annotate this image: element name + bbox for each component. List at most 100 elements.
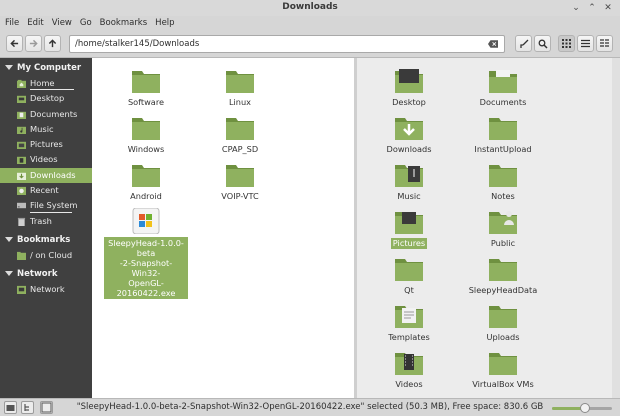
folder-icon: [132, 165, 160, 187]
videos-folder-icon: [395, 353, 423, 375]
expander-icon: [5, 65, 13, 70]
expander-icon: [5, 271, 13, 277]
folder-icon: [489, 353, 517, 375]
public-folder-icon: [489, 211, 517, 234]
menu-file[interactable]: File: [5, 16, 19, 31]
expander-icon: [5, 236, 13, 242]
file-item[interactable]: Qt: [364, 256, 454, 296]
menu-help[interactable]: Help: [155, 16, 174, 31]
folder-icon: [132, 71, 160, 93]
file-item[interactable]: Templates: [364, 303, 454, 343]
sidebar-item-home[interactable]: Home: [0, 76, 92, 91]
file-item-selected[interactable]: SleepyHead-1.0.0-beta -2-Snapshot-Win32-…: [101, 208, 191, 299]
menu-bar: File Edit View Go Bookmarks Help: [0, 16, 620, 31]
sidebar-item-pictures[interactable]: Pictures: [0, 137, 92, 152]
sidebar-item-desktop[interactable]: Desktop: [0, 91, 92, 106]
menu-view[interactable]: View: [52, 16, 72, 31]
location-input[interactable]: /home/stalker145/Downloads: [69, 35, 505, 53]
file-item[interactable]: Public: [458, 209, 548, 249]
file-item[interactable]: VirtualBox VMs: [458, 350, 548, 390]
zoom-slider[interactable]: [552, 403, 612, 413]
file-item[interactable]: Software: [101, 68, 191, 108]
folder-icon: [489, 118, 517, 140]
folder-icon: [489, 259, 517, 281]
file-item[interactable]: Music: [364, 162, 454, 202]
sidebar-heading-bookmarks[interactable]: Bookmarks: [0, 232, 92, 248]
sidebar-heading-my-computer[interactable]: My Computer: [0, 60, 92, 76]
back-button[interactable]: [6, 35, 23, 52]
file-item[interactable]: Pictures: [364, 209, 454, 249]
folder-icon: [132, 118, 160, 140]
pictures-folder-icon: [17, 141, 26, 150]
toggle-location-button[interactable]: [515, 35, 532, 52]
status-bar: "SleepyHead-1.0.0-beta-2-Snapshot-Win32-…: [0, 398, 620, 416]
compact-view-button[interactable]: [596, 35, 613, 52]
list-view-button[interactable]: [577, 35, 594, 52]
up-button[interactable]: [44, 35, 61, 52]
icon-view-button[interactable]: [558, 35, 575, 52]
menu-bookmarks[interactable]: Bookmarks: [100, 16, 148, 31]
search-button[interactable]: [534, 35, 551, 52]
file-item[interactable]: InstantUpload: [458, 115, 548, 155]
file-item[interactable]: CPAP_SD: [195, 115, 285, 155]
grid-view-icon: [562, 39, 571, 48]
search-icon: [538, 39, 548, 49]
left-file-pane[interactable]: Software Linux Windows CPAP_SD Android V…: [92, 58, 354, 398]
videos-folder-icon: [17, 157, 26, 165]
desktop-folder-icon: [17, 96, 26, 104]
sidebar-item-music[interactable]: Music: [0, 122, 92, 137]
file-item[interactable]: Uploads: [458, 303, 548, 343]
title-bar: Downloads ⌄ ⌃ ✕: [0, 0, 620, 17]
status-text: "SleepyHead-1.0.0-beta-2-Snapshot-Win32-…: [76, 402, 544, 412]
sidebar-item-on-cloud[interactable]: / on Cloud: [0, 248, 92, 263]
menu-edit[interactable]: Edit: [27, 16, 43, 31]
downloads-folder-icon: [17, 172, 26, 180]
back-arrow-icon: [10, 39, 19, 48]
file-item[interactable]: Desktop: [364, 68, 454, 108]
home-folder-icon: [17, 79, 26, 88]
documents-folder-icon: [489, 70, 517, 93]
minimize-icon[interactable]: ⌄: [570, 2, 582, 14]
home-underline: [30, 89, 74, 91]
file-item[interactable]: Downloads: [364, 115, 454, 155]
folder-icon: [395, 259, 423, 281]
sidebar-item-file-system[interactable]: File System: [0, 198, 92, 213]
file-item[interactable]: Android: [101, 162, 191, 202]
file-item[interactable]: Notes: [458, 162, 548, 202]
templates-folder-icon: [395, 306, 423, 328]
file-item[interactable]: Videos: [364, 350, 454, 390]
sidebar-item-trash[interactable]: Trash: [0, 214, 92, 229]
maximize-icon[interactable]: ⌃: [586, 2, 598, 14]
music-folder-icon: [17, 126, 26, 134]
network-icon: [17, 286, 26, 295]
sidebar-item-downloads[interactable]: Downloads: [0, 167, 92, 184]
zoom-slider-knob[interactable]: [580, 403, 590, 413]
folder-icon: [489, 306, 517, 328]
vertical-scrollbar[interactable]: [612, 58, 620, 398]
selected-file-name: SleepyHead-1.0.0-beta -2-Snapshot-Win32-…: [104, 237, 188, 299]
right-file-pane[interactable]: Desktop Documents Downloads InstantUploa…: [357, 58, 612, 398]
forward-button[interactable]: [25, 35, 42, 52]
sidebar-heading-network[interactable]: Network: [0, 266, 92, 282]
desktop-folder-icon: [395, 69, 423, 93]
music-folder-icon: [395, 165, 423, 187]
sidebar-item-documents[interactable]: Documents: [0, 107, 92, 122]
file-item[interactable]: Windows: [101, 115, 191, 155]
file-item[interactable]: VOIP-VTC: [195, 162, 285, 202]
folder-icon: [489, 165, 517, 187]
up-arrow-icon: [48, 39, 57, 48]
sidebar-item-videos[interactable]: Videos: [0, 152, 92, 167]
folder-icon: [226, 165, 254, 187]
file-item[interactable]: Documents: [458, 68, 548, 108]
sidebar-item-network[interactable]: Network: [0, 282, 92, 297]
file-item[interactable]: SleepyHeadData: [458, 256, 548, 296]
window-title: Downloads: [282, 2, 338, 12]
pictures-folder-icon: [395, 212, 423, 234]
file-item[interactable]: Linux: [195, 68, 285, 108]
close-icon[interactable]: ✕: [602, 2, 614, 14]
clear-icon[interactable]: [488, 40, 498, 48]
sidebar-item-recent[interactable]: Recent: [0, 183, 92, 198]
windows-executable-icon: [132, 208, 160, 234]
file-system-underline: [30, 211, 72, 213]
menu-go[interactable]: Go: [80, 16, 92, 31]
